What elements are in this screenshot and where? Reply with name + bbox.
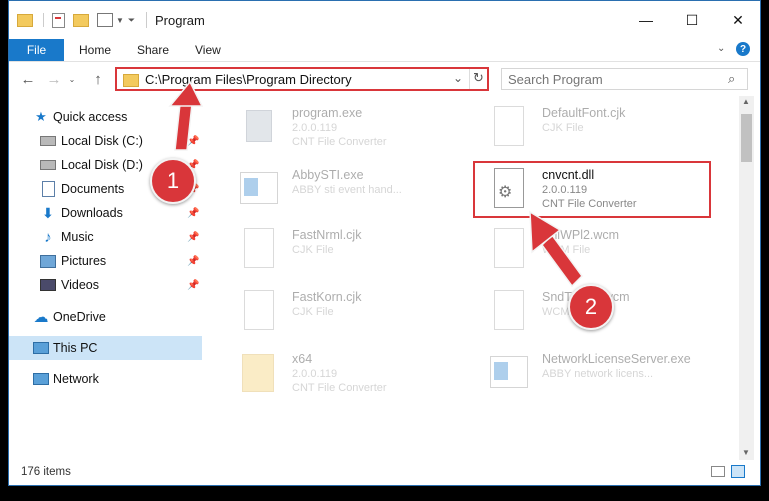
arrow-1-shaft	[174, 103, 193, 151]
arrow-2-shaft	[541, 233, 583, 288]
annotation-badge-2: 2	[568, 284, 614, 330]
arrow-1-head	[168, 80, 204, 107]
annotation-badge-1: 1	[150, 158, 196, 204]
annotation-arrows	[168, 80, 583, 288]
